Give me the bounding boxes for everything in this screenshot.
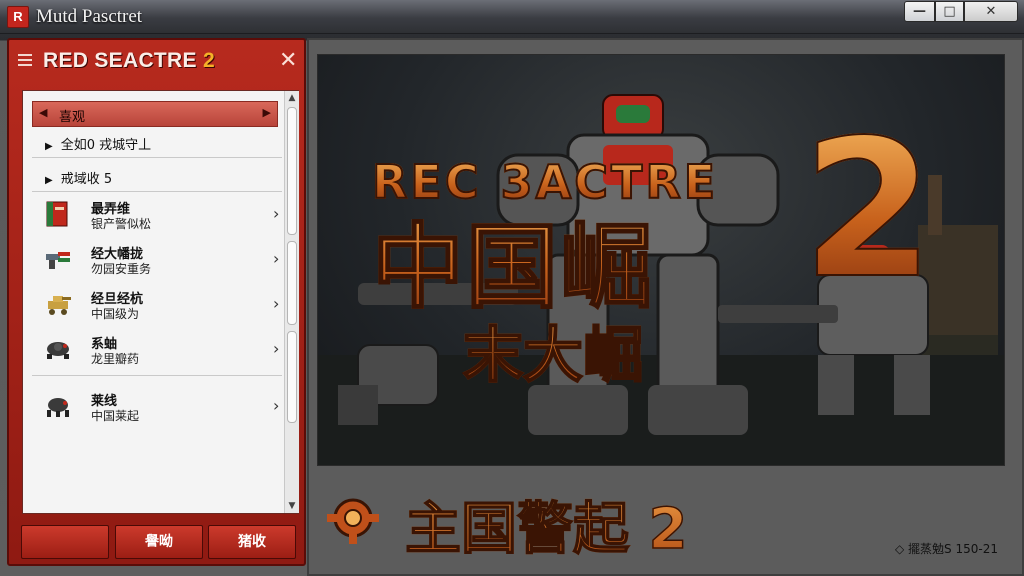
panel-button-3[interactable]: 猪收: [208, 525, 296, 559]
chevron-right-icon: ›: [273, 249, 280, 268]
list-item-label: 戒域收 5: [60, 172, 113, 187]
chevron-right-icon: ›: [273, 339, 280, 358]
unit-desc: 中国级为: [91, 307, 140, 321]
unit-item[interactable]: 经旦经杭 中国级为 ›: [43, 285, 283, 325]
divider: [32, 375, 282, 376]
art-numeral: 2: [801, 99, 935, 320]
chevron-right-icon: ›: [273, 204, 280, 223]
unit-desc: 中国莱起: [91, 409, 140, 423]
panel-title-text: RED SEACTRE: [43, 49, 197, 72]
game-banner: REC 3ACTRE 中国崛 末大崛 2 主国警起 2 ◇ 擺蒸勉S 150-2…: [307, 38, 1024, 576]
menu-icon[interactable]: [18, 54, 32, 68]
spider-bot-icon: [47, 398, 69, 417]
prev-arrow-icon[interactable]: ◀: [39, 106, 47, 119]
next-arrow-icon[interactable]: ▶: [263, 106, 271, 119]
expand-arrow-icon: ▶: [45, 175, 53, 186]
version-label: ◇ 擺蒸勉S 150-21: [895, 542, 998, 556]
unit-item[interactable]: 系蚰 龙里瓣药 ›: [43, 330, 283, 370]
app-window: R Mutd Pasctret — □ ✕ RED SEACTRE 2 ✕ ◀ …: [0, 0, 1024, 576]
unit-item[interactable]: 最弄维 银产警似松 ›: [43, 195, 283, 235]
selected-category[interactable]: ◀ 喜观 ▶: [32, 101, 278, 127]
scroll-up-icon[interactable]: ▲: [285, 91, 299, 105]
scroll-thumb[interactable]: [287, 331, 297, 423]
scroll-down-icon[interactable]: ▼: [285, 499, 299, 513]
minimize-button[interactable]: —: [904, 1, 935, 22]
unit-item[interactable]: 经大幡拢 勿园安重务 ›: [43, 240, 283, 280]
window-title: Mutd Pasctret: [36, 6, 143, 27]
list-item[interactable]: ▶ 全如0 戎城守丄: [45, 134, 151, 153]
app-icon: R: [7, 6, 29, 28]
book-icon: [46, 201, 68, 227]
key-art: REC 3ACTRE 中国崛 末大崛 2: [317, 54, 1005, 466]
game-logo-icon: [327, 498, 379, 544]
unit-desc: 银产警似松: [91, 217, 152, 231]
selected-category-label: 喜观: [59, 110, 86, 125]
tank-icon: [48, 296, 71, 315]
divider: [32, 191, 282, 192]
maximize-button[interactable]: □: [935, 1, 964, 22]
unit-item[interactable]: 莱线 中国莱起 ›: [43, 387, 283, 427]
drone-icon: [47, 342, 69, 359]
art-subtitle: 末大崛: [462, 307, 644, 394]
close-window-button[interactable]: ✕: [964, 1, 1018, 22]
panel-button-2[interactable]: 譽呦: [115, 525, 203, 559]
panel-close-icon[interactable]: ✕: [279, 48, 297, 73]
panel-title: RED SEACTRE 2: [43, 49, 215, 73]
game-logo-bar: 主国警起 2 ◇ 擺蒸勉S 150-21: [317, 480, 1005, 563]
title-bar[interactable]: R Mutd Pasctret — □ ✕: [0, 0, 1024, 34]
unit-desc: 龙里瓣药: [91, 352, 140, 366]
panel-title-number: 2: [202, 49, 215, 72]
rocket-turret-icon: [46, 252, 70, 269]
expand-arrow-icon: ▶: [45, 141, 53, 152]
chevron-right-icon: ›: [273, 294, 280, 313]
unit-desc: 勿园安重务: [91, 262, 152, 276]
scrollbar[interactable]: ▲ ▼: [284, 91, 299, 513]
divider: [32, 157, 282, 158]
game-logo-text: 主国警起 2: [404, 484, 688, 565]
scroll-thumb[interactable]: [287, 241, 297, 325]
unit-list: ◀ 喜观 ▶ ▶ 全如0 戎城守丄 ▶ 戒域收 5 最弄维 银产警似松 › 经大…: [22, 90, 299, 514]
panel-header: RED SEACTRE 2 ✕: [9, 40, 304, 84]
panel-button-1[interactable]: [21, 525, 109, 559]
chevron-right-icon: ›: [273, 396, 280, 415]
list-content: ◀ 喜观 ▶ ▶ 全如0 戎城守丄 ▶ 戒域收 5 最弄维 银产警似松 › 经大…: [23, 91, 283, 513]
list-item-label: 全如0 戎城守丄: [60, 138, 152, 153]
side-panel: RED SEACTRE 2 ✕ ◀ 喜观 ▶ ▶ 全如0 戎城守丄 ▶ 戒域收 5: [7, 38, 306, 566]
list-item[interactable]: ▶ 戒域收 5: [45, 168, 112, 187]
scroll-thumb[interactable]: [287, 107, 297, 235]
